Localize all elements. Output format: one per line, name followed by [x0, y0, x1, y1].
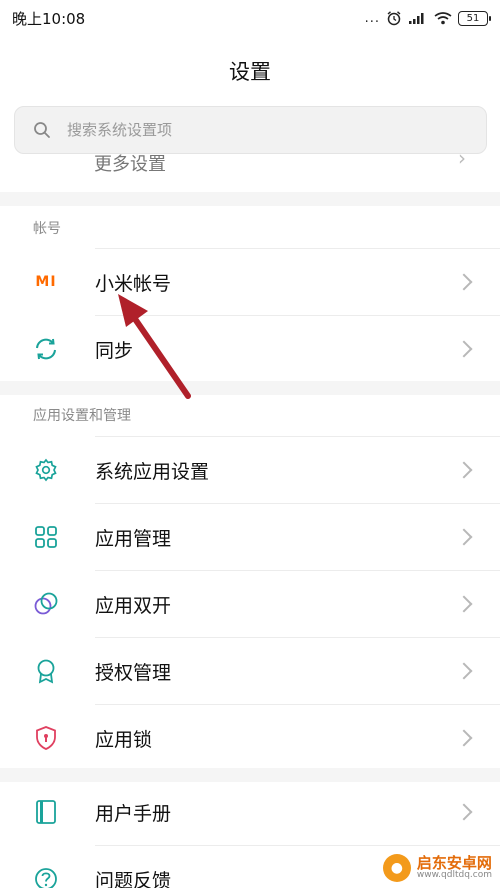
list-item-user-manual[interactable]: 用户手册 [0, 779, 500, 845]
section-separator [0, 381, 500, 395]
list-item-label: 系统应用设置 [95, 460, 210, 483]
watermark-title: 启东安卓网 [416, 853, 492, 872]
settings-screen: 晚上10:08 ... 51 设置 搜索系统设置项 更多设置 › 帐号 MI 小… [0, 0, 500, 888]
watermark: ● 启东安卓网 www.qdltdq.com [382, 854, 492, 882]
section-title-apps: 应用设置和管理 [33, 408, 131, 424]
watermark-logo-icon: ● [382, 854, 411, 882]
watermark-url: www.qdltdq.com [416, 870, 492, 881]
partial-row[interactable]: 更多设置 › [0, 154, 500, 192]
shield-lock-icon [33, 725, 59, 751]
chevron-right-icon: › [458, 154, 466, 170]
list-item-label: 应用锁 [95, 728, 153, 751]
chevron-right-icon [455, 528, 473, 546]
mi-logo-icon: MI [33, 269, 59, 295]
status-icons: ... 51 [364, 10, 491, 26]
chevron-right-icon [455, 273, 473, 291]
list-item-sync[interactable]: 同步 [0, 316, 500, 382]
list-item-label: 应用双开 [95, 594, 172, 617]
status-time: 晚上10:08 [12, 9, 86, 28]
list-item-permissions[interactable]: 授权管理 [0, 638, 500, 704]
chevron-right-icon [455, 662, 473, 680]
status-bar: 晚上10:08 ... 51 [0, 0, 500, 36]
gear-icon [33, 457, 59, 483]
chevron-right-icon [455, 803, 473, 821]
page-title: 设置 [229, 60, 271, 84]
search-bar[interactable] [14, 106, 487, 154]
chevron-right-icon [455, 340, 473, 358]
search-icon [34, 122, 50, 138]
list-item-label: 同步 [95, 339, 134, 362]
chevron-right-icon [455, 729, 473, 747]
sync-icon [33, 336, 59, 362]
wifi-icon [434, 12, 452, 25]
search-input[interactable] [67, 121, 447, 139]
section-separator [0, 192, 500, 206]
list-item-label: 授权管理 [95, 661, 172, 684]
list-item-app-management[interactable]: 应用管理 [0, 504, 500, 570]
battery-level: 51 [466, 12, 480, 24]
list-item-label: 问题反馈 [95, 869, 172, 888]
list-item-label: 小米帐号 [95, 272, 172, 295]
book-icon [33, 799, 59, 825]
partial-row-label: 更多设置 [94, 154, 166, 175]
list-item-label: 应用管理 [95, 527, 172, 550]
more-dots-icon: ... [364, 10, 380, 26]
signal-icon [409, 13, 424, 24]
list-item-mi-account[interactable]: MI 小米帐号 [0, 249, 500, 315]
chevron-right-icon [455, 461, 473, 479]
grid-icon [33, 524, 59, 550]
watermark-text: 启东安卓网 www.qdltdq.com [417, 855, 492, 881]
list-item-label: 用户手册 [95, 802, 172, 825]
list-item-system-app-settings[interactable]: 系统应用设置 [0, 437, 500, 503]
section-title-account: 帐号 [33, 221, 61, 237]
list-item-app-lock[interactable]: 应用锁 [0, 705, 500, 771]
question-icon [33, 866, 59, 888]
badge-icon [33, 658, 59, 684]
alarm-icon [387, 11, 401, 26]
chevron-right-icon [455, 595, 473, 613]
dual-circle-icon [33, 591, 59, 617]
mi-logo-text: MI [35, 274, 57, 290]
list-item-dual-apps[interactable]: 应用双开 [0, 571, 500, 637]
battery-icon: 51 [458, 10, 491, 26]
